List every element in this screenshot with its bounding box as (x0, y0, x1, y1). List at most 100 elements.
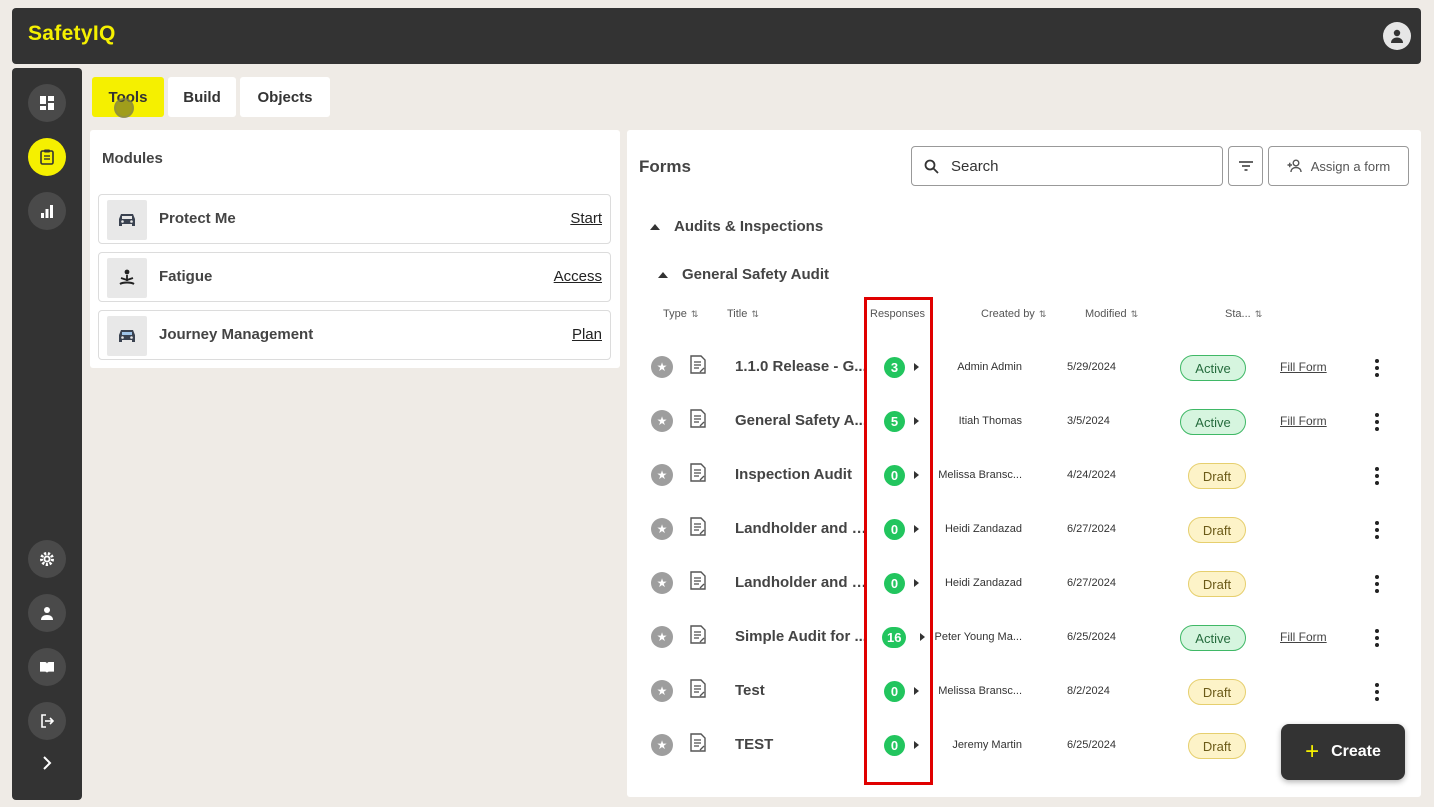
add-person-icon (1287, 159, 1302, 173)
more-options-icon[interactable] (1365, 408, 1389, 436)
tab-objects[interactable]: Objects (240, 77, 330, 117)
module-fatigue: Fatigue Access (98, 252, 611, 302)
more-options-icon[interactable] (1365, 624, 1389, 652)
responses-count-badge[interactable]: 0 (884, 519, 905, 540)
form-title[interactable]: Test (735, 682, 871, 699)
settings-gear-icon[interactable] (28, 540, 66, 578)
responses-count-badge[interactable]: 0 (884, 681, 905, 702)
more-options-icon[interactable] (1365, 678, 1389, 706)
fill-form-link[interactable]: Fill Form (1280, 360, 1327, 374)
form-document-icon (689, 463, 707, 488)
status-badge: Active (1180, 625, 1246, 651)
create-button[interactable]: + Create (1281, 724, 1405, 780)
more-options-icon[interactable] (1365, 462, 1389, 490)
favorite-star-icon[interactable]: ★ (651, 518, 673, 540)
module-name: Journey Management (159, 326, 314, 343)
forms-title: Forms (639, 157, 691, 176)
sort-icon: ⇅ (1254, 308, 1263, 319)
favorite-star-icon[interactable]: ★ (651, 410, 673, 432)
form-document-icon (689, 355, 707, 380)
column-header-created-by[interactable]: Created by ⇅ (981, 308, 1046, 320)
responses-count-badge[interactable]: 16 (882, 627, 907, 648)
group-audits-inspections[interactable]: Audits & Inspections (650, 218, 823, 235)
access-link[interactable]: Access (554, 268, 602, 285)
status-badge: Draft (1188, 733, 1246, 759)
favorite-star-icon[interactable]: ★ (651, 626, 673, 648)
form-document-icon (689, 625, 707, 650)
favorite-star-icon[interactable]: ★ (651, 680, 673, 702)
table-row: ★ Inspection Audit 0 Melissa Bransc... 4/24/… (627, 449, 1421, 503)
expand-responses-icon[interactable] (914, 417, 919, 425)
sort-icon: ↓ (929, 309, 934, 319)
favorite-star-icon[interactable]: ★ (651, 356, 673, 378)
logout-icon[interactable] (28, 702, 66, 740)
table-row: ★ Simple Audit for ... 16 Peter Young Ma...… (627, 611, 1421, 665)
column-header-title[interactable]: Title ⇅ (727, 308, 759, 320)
responses-count-badge[interactable]: 0 (884, 735, 905, 756)
column-header-status[interactable]: Sta... ⇅ (1225, 308, 1262, 320)
form-document-icon (689, 733, 707, 758)
status-badge: Draft (1188, 679, 1246, 705)
responses-count-badge[interactable]: 0 (884, 573, 905, 594)
meditation-icon (107, 258, 147, 298)
expand-responses-icon[interactable] (914, 363, 919, 371)
expand-responses-icon[interactable] (914, 579, 919, 587)
subgroup-general-safety-audit[interactable]: General Safety Audit (658, 266, 829, 283)
column-header-responses[interactable]: Responses ↓ (870, 308, 934, 320)
responses-count-badge[interactable]: 0 (884, 465, 905, 486)
responses-count-badge[interactable]: 3 (884, 357, 905, 378)
analytics-icon[interactable] (28, 192, 66, 230)
form-document-icon (689, 571, 707, 596)
modules-title: Modules (102, 150, 163, 167)
profile-icon[interactable] (28, 594, 66, 632)
search-input[interactable] (951, 157, 1201, 175)
more-options-icon[interactable] (1365, 516, 1389, 544)
expand-responses-icon[interactable] (914, 471, 919, 479)
start-link[interactable]: Start (570, 210, 602, 227)
expand-responses-icon[interactable] (914, 741, 919, 749)
form-title[interactable]: Landholder and P... (735, 574, 871, 591)
form-title[interactable]: Landholder and P... (735, 520, 871, 537)
module-name: Protect Me (159, 210, 236, 227)
clipboard-icon[interactable] (28, 138, 66, 176)
plus-icon: + (1305, 738, 1320, 765)
expand-sidebar-chevron-icon[interactable] (34, 750, 60, 776)
tab-build[interactable]: Build (168, 77, 236, 117)
sort-icon: ⇅ (1130, 308, 1139, 319)
collapse-icon (650, 223, 660, 230)
modified-date: 4/24/2024 (1067, 469, 1116, 481)
favorite-star-icon[interactable]: ★ (651, 734, 673, 756)
more-options-icon[interactable] (1365, 354, 1389, 382)
app-logo: SafetyIQ (28, 22, 116, 45)
created-by: Jeremy Martin (952, 739, 1022, 751)
status-badge: Draft (1188, 571, 1246, 597)
form-title[interactable]: Inspection Audit (735, 466, 871, 483)
group-label: Audits & Inspections (674, 218, 824, 235)
favorite-star-icon[interactable]: ★ (651, 572, 673, 594)
search-box (911, 146, 1223, 186)
dashboard-icon[interactable] (28, 84, 66, 122)
more-options-icon[interactable] (1365, 570, 1389, 598)
created-by: Itiah Thomas (958, 415, 1022, 427)
column-header-modified[interactable]: Modified ⇅ (1085, 308, 1138, 320)
expand-responses-icon[interactable] (920, 633, 925, 641)
favorite-star-icon[interactable]: ★ (651, 464, 673, 486)
user-account-icon[interactable] (1383, 22, 1411, 50)
form-title[interactable]: Simple Audit for ... (735, 628, 871, 645)
expand-responses-icon[interactable] (914, 687, 919, 695)
expand-responses-icon[interactable] (914, 525, 919, 533)
top-bar: SafetyIQ (12, 8, 1421, 64)
plan-link[interactable]: Plan (572, 326, 602, 343)
fill-form-link[interactable]: Fill Form (1280, 630, 1327, 644)
form-title[interactable]: TEST (735, 736, 871, 753)
form-title[interactable]: General Safety A... (735, 412, 871, 429)
responses-count-badge[interactable]: 5 (884, 411, 905, 432)
fill-form-link[interactable]: Fill Form (1280, 414, 1327, 428)
assign-form-button[interactable]: Assign a form (1268, 146, 1409, 186)
form-title[interactable]: 1.1.0 Release - G... (735, 358, 871, 375)
column-header-type[interactable]: Type ⇅ (663, 308, 698, 320)
filter-button[interactable] (1228, 146, 1263, 186)
status-badge: Active (1180, 409, 1246, 435)
book-icon[interactable] (28, 648, 66, 686)
sort-icon: ⇅ (751, 308, 759, 319)
